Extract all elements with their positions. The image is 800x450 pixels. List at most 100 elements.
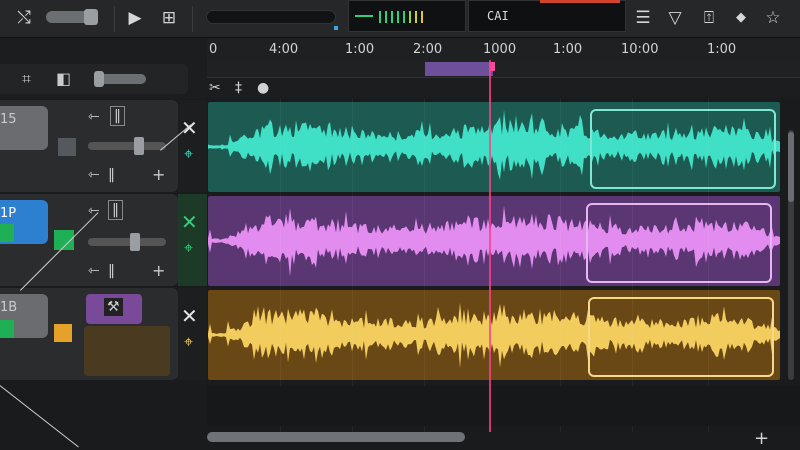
add-icon[interactable]: + [152, 262, 165, 280]
toolbar-divider [114, 6, 115, 32]
timeline-scrubber[interactable] [206, 10, 336, 24]
track-color-chip [58, 138, 76, 156]
routing-cable [0, 385, 79, 448]
header-slider[interactable] [94, 71, 146, 87]
track-list-header: ⌗ ◧ [0, 38, 207, 98]
crop-icon[interactable]: ⌗ [22, 66, 31, 92]
grid-line [560, 98, 561, 432]
horizontal-scrollbar-thumb[interactable] [207, 432, 465, 442]
grid-line [708, 98, 709, 432]
star-icon[interactable]: ☆ [762, 6, 784, 30]
audio-clip-1[interactable] [208, 102, 780, 192]
grid-line [632, 98, 633, 432]
track-name: 1B [0, 300, 18, 315]
track-volume-knob[interactable] [130, 233, 140, 251]
level-meter [348, 0, 466, 32]
cut-icon[interactable]: ✕ [181, 116, 198, 140]
track-side-controls-2: ✕ ⌖ [178, 194, 207, 286]
arrow-left-icon[interactable]: ⇽ [88, 262, 100, 280]
track-name: 15 [0, 112, 17, 127]
play-icon[interactable]: ▶ [124, 6, 146, 30]
grid-line [424, 98, 425, 432]
pause-icon[interactable]: ‖ [108, 262, 115, 280]
pin-icon[interactable]: ⌖ [184, 332, 193, 352]
add-icon[interactable]: + [152, 166, 165, 184]
ruler-tick-label: 0 [209, 42, 218, 57]
ruler-tick-label: 2:00 [413, 42, 443, 57]
split-view-icon[interactable]: ◧ [56, 66, 71, 92]
menu-icon[interactable]: ☰ [632, 6, 654, 30]
audio-clip-2[interactable] [208, 196, 780, 286]
track-name-box[interactable]: 15 [0, 106, 48, 150]
display-text: CAI [487, 9, 509, 23]
add-track-icon[interactable]: ⊞ [158, 6, 180, 30]
track-side-controls-1: ✕ ⌖ [178, 100, 207, 192]
meter-bar [385, 11, 387, 23]
track-header-2[interactable]: 1P ⇽ ‖ ⇽ ‖ + [0, 194, 178, 286]
grid-line [280, 98, 281, 432]
track-volume-slider[interactable] [88, 142, 166, 150]
meter-bar [421, 11, 423, 23]
meter-bar [403, 11, 405, 23]
status-dot [334, 26, 338, 30]
pause-icon[interactable]: ‖ [108, 166, 115, 184]
ruler-tick-label: 10:00 [621, 42, 659, 57]
shuffle-icon[interactable]: ⤭ [12, 6, 36, 30]
empty-track-area[interactable] [207, 386, 800, 426]
pause-icon[interactable]: ‖ [110, 106, 125, 126]
ruler-tick-label: 1:00 [345, 42, 375, 57]
ruler-tick-label: 1:00 [553, 42, 583, 57]
track-color-chip [0, 224, 14, 242]
master-volume-slider[interactable] [46, 9, 98, 25]
audio-clip-3[interactable] [208, 290, 780, 380]
selection-box[interactable] [590, 109, 776, 189]
cut-icon[interactable]: ✕ [181, 210, 198, 234]
track-name: 1P [0, 206, 17, 221]
loop-region[interactable] [425, 62, 493, 76]
vertical-scrollbar-thumb[interactable] [788, 132, 794, 202]
pin-icon[interactable]: ⌖ [184, 238, 193, 258]
track-header-3[interactable]: 1B ⚒ [0, 288, 178, 380]
pause-icon[interactable]: ‖ [108, 200, 123, 220]
ruler-tick-label: 1000 [483, 42, 517, 57]
loop-ruler[interactable] [207, 60, 800, 78]
record-indicator [540, 0, 620, 3]
pin-icon[interactable]: ⌖ [184, 144, 193, 164]
diamond-icon[interactable]: ◆ [732, 6, 750, 30]
record-dot-icon[interactable]: ● [257, 78, 269, 98]
selection-box[interactable] [586, 203, 772, 283]
meter-bar [397, 11, 399, 23]
meter-signal-line [355, 15, 373, 17]
funnel-icon[interactable]: ▽ [664, 6, 686, 30]
arrow-left-icon[interactable]: ⇽ [88, 166, 100, 184]
track-color-chip [54, 324, 72, 342]
track-volume-slider[interactable] [88, 238, 166, 246]
grid-line [352, 98, 353, 432]
meter-bar [391, 11, 393, 23]
track-side-controls-3: ✕ ⌖ [178, 288, 207, 380]
timeline-ruler[interactable]: 0 4:00 1:00 2:00 1000 1:00 10:00 1:00 [207, 38, 800, 60]
meter-bar [415, 11, 417, 23]
track-volume-knob[interactable] [134, 137, 144, 155]
meter-bar [409, 11, 411, 23]
selection-box[interactable] [588, 297, 774, 377]
ruler-tick-label: 1:00 [707, 42, 737, 57]
cut-icon[interactable]: ✕ [181, 304, 198, 328]
envelope-preview [84, 326, 170, 376]
track-header-1[interactable]: 15 ⇽ ‖ ⇽ ‖ + [0, 100, 178, 192]
arrow-left-icon[interactable]: ⇽ [88, 108, 100, 126]
add-track-button[interactable]: + [754, 428, 769, 449]
playhead[interactable] [489, 60, 491, 432]
ruler-tick-label: 4:00 [269, 42, 299, 57]
track-color-chip [0, 320, 14, 338]
top-toolbar: ⤭ ▶ ⊞ CAI ☰ ▽ ⍐ ◆ ☆ [0, 0, 800, 38]
edit-tools-row: ✂ ‡ ● [207, 78, 800, 98]
track-header-controls: ⌗ ◧ [0, 64, 188, 94]
scissors-icon[interactable]: ✂ [209, 78, 221, 98]
meter-bar [379, 11, 381, 23]
grid-icon[interactable]: ‡ [235, 78, 242, 98]
share-icon[interactable]: ⍐ [698, 6, 720, 30]
wrench-icon[interactable]: ⚒ [104, 298, 123, 316]
toolbar-divider [192, 6, 193, 32]
lcd-display: CAI [468, 0, 626, 32]
